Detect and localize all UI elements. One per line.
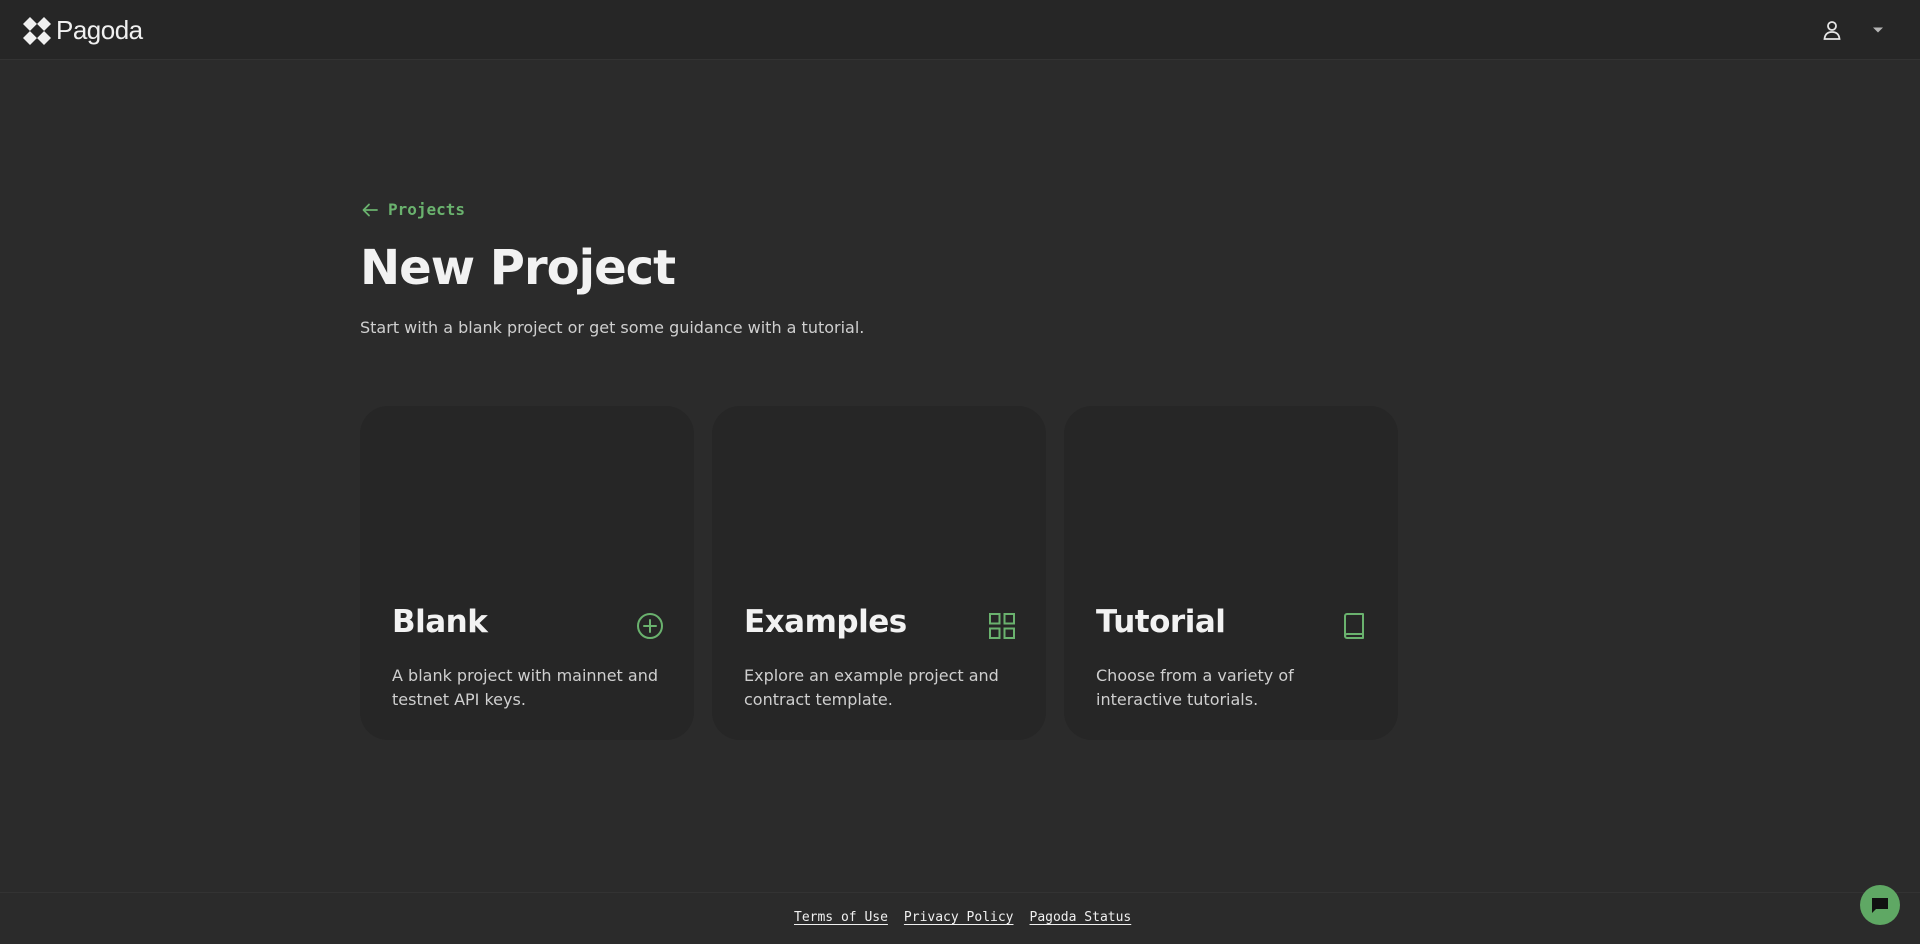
book-icon <box>1344 613 1364 639</box>
card-description: Choose from a variety of interactive tut… <box>1096 666 1294 709</box>
account-menu-toggle[interactable] <box>1866 19 1890 41</box>
page-subtitle: Start with a blank project or get some g… <box>360 317 865 337</box>
plus-circle-icon <box>637 613 663 639</box>
logo-text: Pagoda <box>56 15 143 45</box>
footer-links: Terms of Use Privacy Policy Pagoda Statu… <box>794 910 1131 925</box>
back-link-label: Projects <box>388 200 466 219</box>
examples-card[interactable]: Examples Explore an example project and … <box>712 406 1046 740</box>
pagoda-status-link[interactable]: Pagoda Status <box>1030 910 1132 925</box>
pagoda-logo-icon <box>23 16 51 45</box>
main-content: Projects New Project Start with a blank … <box>360 200 1400 337</box>
chat-bubble-icon <box>1872 898 1888 913</box>
tutorial-card[interactable]: Tutorial Choose from a variety of intera… <box>1064 406 1398 740</box>
back-to-projects-link[interactable]: Projects <box>362 200 465 219</box>
card-title: Tutorial <box>1096 604 1226 640</box>
grid-icon <box>989 613 1015 639</box>
project-type-cards: Blank A blank project with mainnet and t… <box>360 406 1398 740</box>
card-title: Examples <box>744 604 907 640</box>
card-title: Blank <box>392 604 488 640</box>
privacy-policy-link[interactable]: Privacy Policy <box>904 910 1014 925</box>
caret-down-icon <box>1873 27 1883 33</box>
chat-support-button[interactable] <box>1860 885 1900 925</box>
top-navigation-bar: Pagoda <box>0 0 1920 60</box>
blank-project-card[interactable]: Blank A blank project with mainnet and t… <box>360 406 694 740</box>
user-icon <box>1823 21 1841 40</box>
page-footer: Terms of Use Privacy Policy Pagoda Statu… <box>0 892 1920 944</box>
card-description: Explore an example project and contract … <box>744 666 999 709</box>
page-title: New Project <box>360 239 676 296</box>
user-account-button[interactable] <box>1818 17 1846 43</box>
terms-of-use-link[interactable]: Terms of Use <box>794 910 888 925</box>
card-description: A blank project with mainnet and testnet… <box>392 666 658 709</box>
pagoda-logo[interactable]: Pagoda <box>22 15 143 46</box>
arrow-left-icon <box>362 203 378 216</box>
